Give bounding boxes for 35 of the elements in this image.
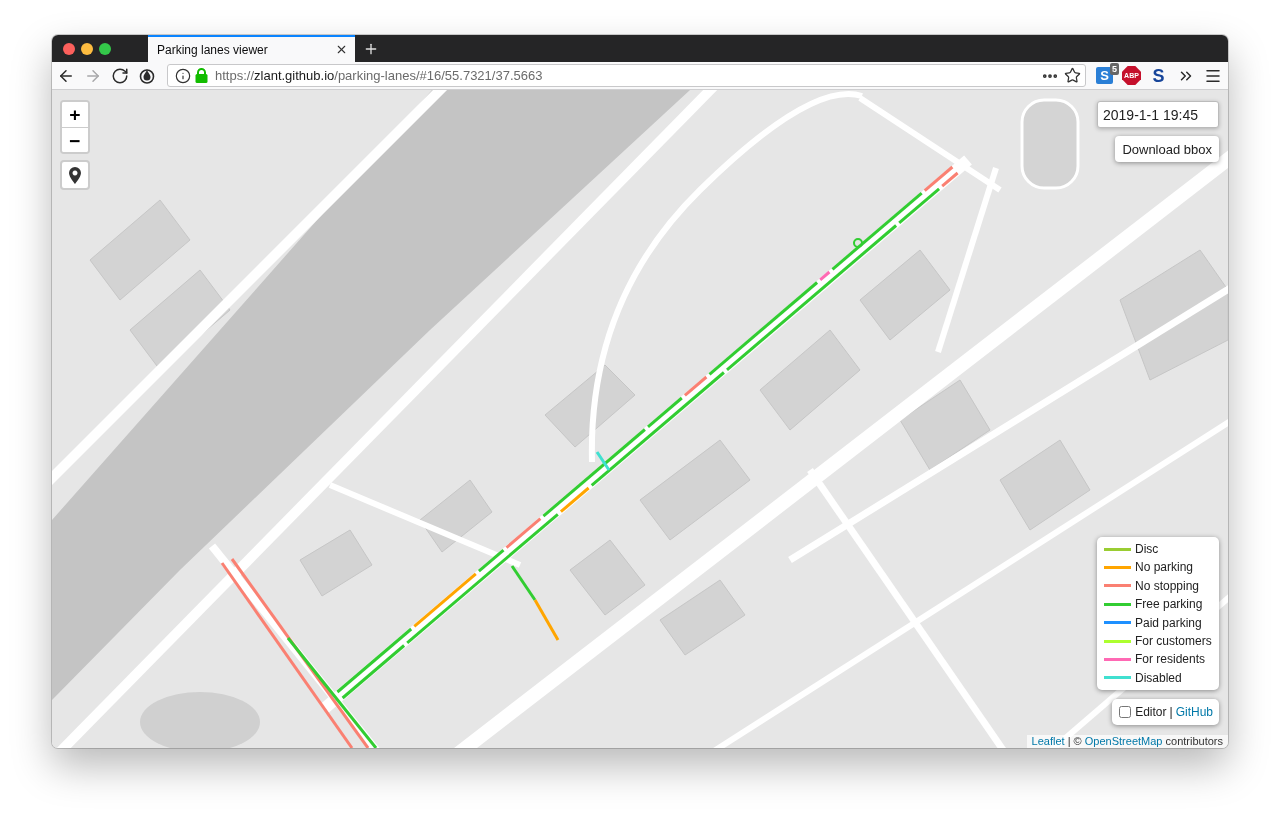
locate-button[interactable]: [60, 160, 90, 190]
legend-label: Paid parking: [1135, 615, 1202, 630]
lock-icon: [195, 68, 208, 83]
legend-label: Disc: [1135, 542, 1159, 557]
extension-button[interactable]: S: [1096, 67, 1113, 84]
checkbox-label[interactable]: Editor: [1135, 705, 1167, 719]
date-input[interactable]: 2019-1-1 19:45: [1097, 101, 1219, 128]
count-badge: 5: [1110, 62, 1119, 75]
legend-label: For customers: [1135, 634, 1212, 648]
legend-label: For residents: [1135, 652, 1206, 667]
star-icon[interactable]: [1064, 67, 1081, 84]
legend-label: No parking: [1135, 560, 1194, 575]
attribution-link[interactable]: Leaflet: [1031, 735, 1065, 747]
legend-label: Free parking: [1135, 597, 1203, 612]
attribution-link[interactable]: OpenStreetMap: [1084, 735, 1163, 747]
editor-checkbox[interactable]: [1119, 706, 1132, 718]
download-button[interactable]: Download bbox: [1115, 136, 1219, 162]
browser-tab[interactable]: Parking lanes viewer: [148, 35, 355, 62]
window-minimize-icon[interactable]: [81, 42, 93, 55]
map-pin-icon: [69, 166, 81, 184]
window-close-icon[interactable]: [63, 42, 75, 55]
reload-icon: [110, 66, 129, 85]
legend-label: No stopping: [1135, 578, 1200, 593]
drop-icon[interactable]: [138, 67, 155, 84]
attribution-text: Leaflet | © OpenStreetMap contributors: [1026, 735, 1228, 748]
legend-label: Disabled: [1135, 670, 1182, 685]
window-zoom-icon[interactable]: [99, 42, 111, 55]
zoom-out-button[interactable]: −: [62, 127, 88, 152]
info-icon[interactable]: [175, 67, 191, 84]
close-icon[interactable]: [335, 43, 348, 56]
github-link[interactable]: GitHub: [1175, 705, 1213, 719]
separator-text: |: [1169, 705, 1173, 719]
extension-button[interactable]: S: [1150, 65, 1167, 86]
ring-marker-icon: [853, 238, 863, 248]
address-bar[interactable]: https://zlant.github.io/parking-lanes/#16/55.7321/37.5663: [167, 64, 1086, 87]
